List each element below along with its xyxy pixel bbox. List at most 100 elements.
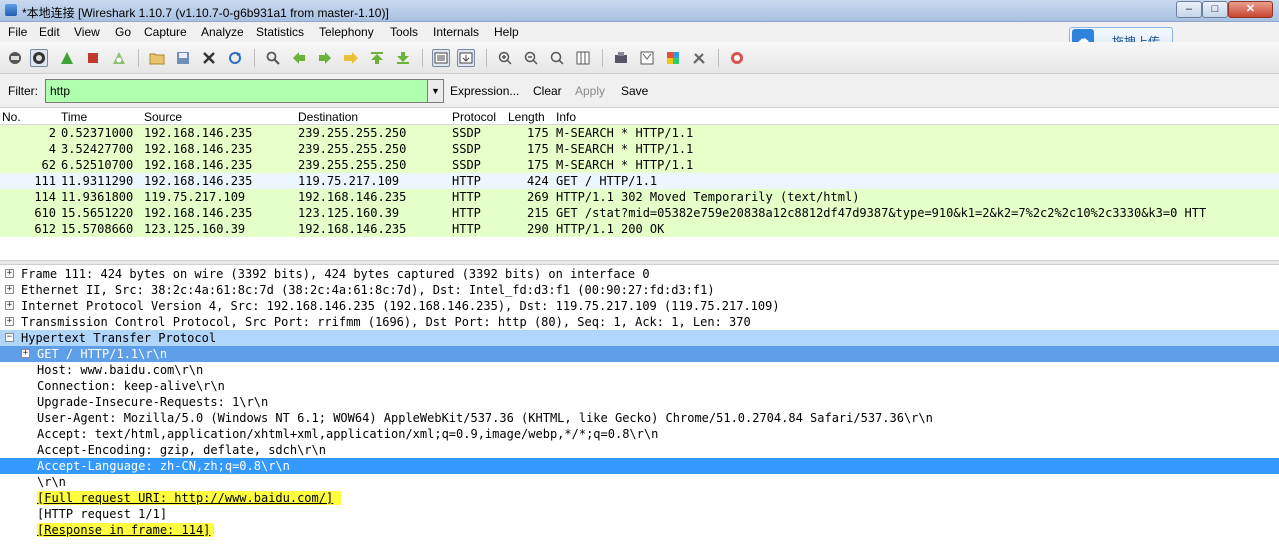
packet-row[interactable]: 4 3.52427700 192.168.146.235 239.255.255… [0,141,1279,157]
highlighted-response-link[interactable]: [Response in frame: 114] [37,523,215,537]
filter-dropdown-button[interactable]: ▼ [427,79,444,103]
tree-item-crlf[interactable]: \r\n [0,474,1279,490]
column-header-source[interactable]: Source [144,110,182,124]
tree-item-label: GET / HTTP/1.1\r\n [37,347,168,361]
auto-scroll-icon[interactable] [457,49,475,67]
go-last-packet-icon[interactable] [394,49,412,67]
menu-telephony[interactable]: Telephony [319,25,374,39]
menu-analyze[interactable]: Analyze [201,25,244,39]
toolbar-separator [254,49,255,67]
collapse-icon[interactable]: − [5,333,14,342]
close-button[interactable]: ✕ [1228,1,1273,18]
find-packet-icon[interactable] [264,49,282,67]
go-first-packet-icon[interactable] [368,49,386,67]
save-filter-button[interactable]: Save [621,84,648,98]
wireshark-icon [5,4,17,16]
packet-row[interactable]: 2 0.52371000 192.168.146.235 239.255.255… [0,125,1279,141]
menu-capture[interactable]: Capture [144,25,187,39]
clear-button[interactable]: Clear [533,84,562,98]
stop-capture-icon[interactable] [84,49,102,67]
tree-item-get[interactable]: + GET / HTTP/1.1\r\n [0,346,1279,362]
menu-internals[interactable]: Internals [433,25,479,39]
expand-icon[interactable]: + [21,349,30,358]
tree-item-upgrade[interactable]: Upgrade-Insecure-Requests: 1\r\n [0,394,1279,410]
reload-icon[interactable] [226,49,244,67]
start-capture-icon[interactable] [58,49,76,67]
display-filters-icon[interactable] [638,49,656,67]
expand-icon[interactable]: + [5,301,14,310]
menu-file[interactable]: File [8,25,27,39]
minimize-button[interactable]: – [1176,1,1202,18]
packet-source: 192.168.146.235 [144,206,253,220]
coloring-rules-icon[interactable] [664,49,682,67]
close-file-icon[interactable] [200,49,218,67]
menu-go[interactable]: Go [115,25,131,39]
tree-item-connection[interactable]: Connection: keep-alive\r\n [0,378,1279,394]
column-header-protocol[interactable]: Protocol [452,110,496,124]
apply-button[interactable]: Apply [575,84,605,98]
packet-protocol: HTTP [452,222,481,236]
zoom-out-icon[interactable] [522,49,540,67]
filter-input[interactable] [45,79,428,103]
packet-row[interactable]: 62 6.52510700 192.168.146.235 239.255.25… [0,157,1279,173]
packet-length: 175 [527,142,549,156]
highlighted-full-uri-link[interactable]: [Full request URI: http://www.baidu.com/… [37,491,342,505]
restart-capture-icon[interactable] [110,49,128,67]
preferences-icon[interactable] [690,49,708,67]
open-file-icon[interactable] [148,49,166,67]
tree-item-response-in[interactable]: [Response in frame: 114] [0,522,1279,538]
column-header-no[interactable]: No. [2,110,21,124]
packet-protocol: HTTP [452,190,481,204]
packet-time: 6.52510700 [61,158,134,172]
packet-source: 192.168.146.235 [144,126,253,140]
tree-item-tcp[interactable]: + Transmission Control Protocol, Src Por… [0,314,1279,330]
menu-view[interactable]: View [74,25,100,39]
tree-item-accept-language[interactable]: Accept-Language: zh-CN,zh;q=0.8\r\n [0,458,1279,474]
go-to-packet-icon[interactable] [342,49,360,67]
column-header-info[interactable]: Info [556,110,576,124]
column-header-destination[interactable]: Destination [298,110,358,124]
expand-icon[interactable]: + [5,285,14,294]
go-forward-icon[interactable] [316,49,334,67]
packet-no: 4 [48,142,56,156]
normal-size-icon[interactable] [548,49,566,67]
tree-item-accept[interactable]: Accept: text/html,application/xhtml+xml,… [0,426,1279,442]
capture-filters-icon[interactable] [612,49,630,67]
menu-edit[interactable]: Edit [39,25,60,39]
packet-row[interactable]: 612 15.5708660 123.125.160.39 192.168.14… [0,221,1279,237]
packet-protocol: HTTP [452,174,481,188]
resize-columns-icon[interactable] [574,49,592,67]
save-file-icon[interactable] [174,49,192,67]
help-icon[interactable] [728,49,746,67]
expression-button[interactable]: Expression... [450,84,519,98]
column-header-length[interactable]: Length [508,110,545,124]
tree-item-full-uri[interactable]: [Full request URI: http://www.baidu.com/… [0,490,1279,506]
packet-row-selected[interactable]: 111 11.9311290 192.168.146.235 119.75.21… [0,173,1279,189]
column-header-time[interactable]: Time [61,110,87,124]
tree-item-host[interactable]: Host: www.baidu.com\r\n [0,362,1279,378]
expand-icon[interactable]: + [5,317,14,326]
capture-options-icon[interactable] [30,49,48,67]
interfaces-icon[interactable] [6,49,24,67]
packet-details-tree[interactable]: + Frame 111: 424 bytes on wire (3392 bit… [0,265,1279,547]
menu-statistics[interactable]: Statistics [256,25,304,39]
menu-help[interactable]: Help [494,25,519,39]
packet-row[interactable]: 114 11.9361800 119.75.217.109 192.168.14… [0,189,1279,205]
packet-row[interactable]: 610 15.5651220 192.168.146.235 123.125.1… [0,205,1279,221]
colorize-icon[interactable] [432,49,450,67]
tree-item-http-request[interactable]: [HTTP request 1/1] [0,506,1279,522]
packet-no: 612 [34,222,56,236]
menu-tools[interactable]: Tools [390,25,418,39]
tree-item-http[interactable]: − Hypertext Transfer Protocol [0,330,1279,346]
packet-list[interactable]: No. Time Source Destination Protocol Len… [0,108,1279,260]
go-back-icon[interactable] [290,49,308,67]
expand-icon[interactable]: + [5,269,14,278]
tree-item-ip[interactable]: + Internet Protocol Version 4, Src: 192.… [0,298,1279,314]
tree-item-frame[interactable]: + Frame 111: 424 bytes on wire (3392 bit… [0,266,1279,282]
tree-item-accept-encoding[interactable]: Accept-Encoding: gzip, deflate, sdch\r\n [0,442,1279,458]
packet-length: 215 [527,206,549,220]
tree-item-ethernet[interactable]: + Ethernet II, Src: 38:2c:4a:61:8c:7d (3… [0,282,1279,298]
tree-item-user-agent[interactable]: User-Agent: Mozilla/5.0 (Windows NT 6.1;… [0,410,1279,426]
maximize-button[interactable]: □ [1202,1,1228,18]
zoom-in-icon[interactable] [496,49,514,67]
